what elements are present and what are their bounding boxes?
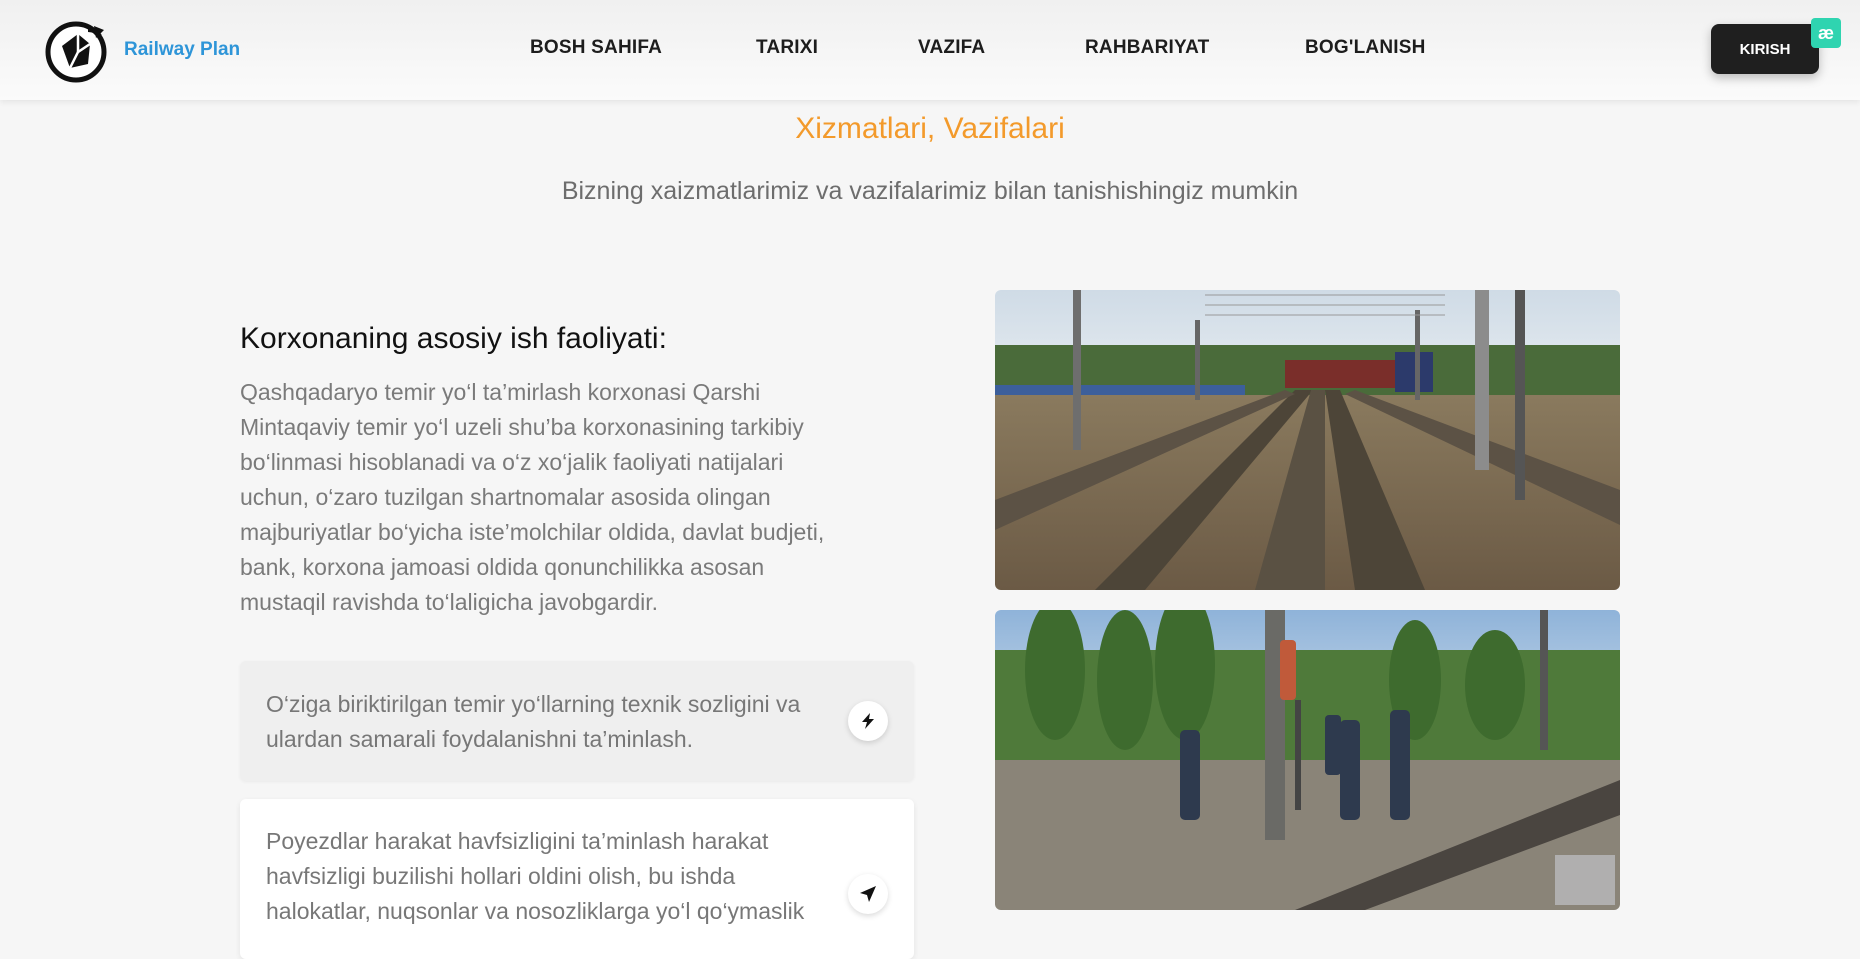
login-button[interactable]: KIRISH (1711, 24, 1819, 74)
content-paragraph: Qashqadaryo temir yo‘l ta’mirlash korxon… (240, 379, 825, 615)
nav-history[interactable]: TARIXI (756, 37, 818, 59)
service-card-text: Poyezdlar harakat havfsizligini ta’minla… (266, 828, 805, 924)
service-card: O‘ziga biriktirilgan temir yo‘llarning t… (240, 661, 914, 781)
railway-tracks-photo (995, 290, 1620, 590)
site-header: Railway Plan BOSH SAHIFA TARIXI VAZIFA R… (0, 0, 1860, 100)
navigation-arrow-icon (848, 874, 888, 914)
extension-badge-icon[interactable]: æ (1811, 18, 1841, 48)
service-card-text: O‘ziga biriktirilgan temir yo‘llarning t… (266, 691, 801, 752)
section-title: Xizmatlari, Vazifalari (795, 112, 1065, 145)
bolt-icon (848, 701, 888, 741)
nav-leadership[interactable]: RAHBARIYAT (1085, 37, 1209, 59)
nav-tasks[interactable]: VAZIFA (918, 37, 985, 59)
content-heading: Korxonaning asosiy ish faoliyati: (240, 322, 667, 355)
service-card: Poyezdlar harakat havfsizligini ta’minla… (240, 799, 914, 959)
nav-contact[interactable]: BOG'LANISH (1305, 37, 1426, 59)
nav-home[interactable]: BOSH SAHIFA (530, 37, 662, 59)
railway-workers-photo (995, 610, 1620, 910)
main-nav: BOSH SAHIFA TARIXI VAZIFA RAHBARIYAT BOG… (0, 37, 1860, 61)
section-subtitle: Bizning xaizmatlarimiz va vazifalarimiz … (561, 177, 1299, 205)
